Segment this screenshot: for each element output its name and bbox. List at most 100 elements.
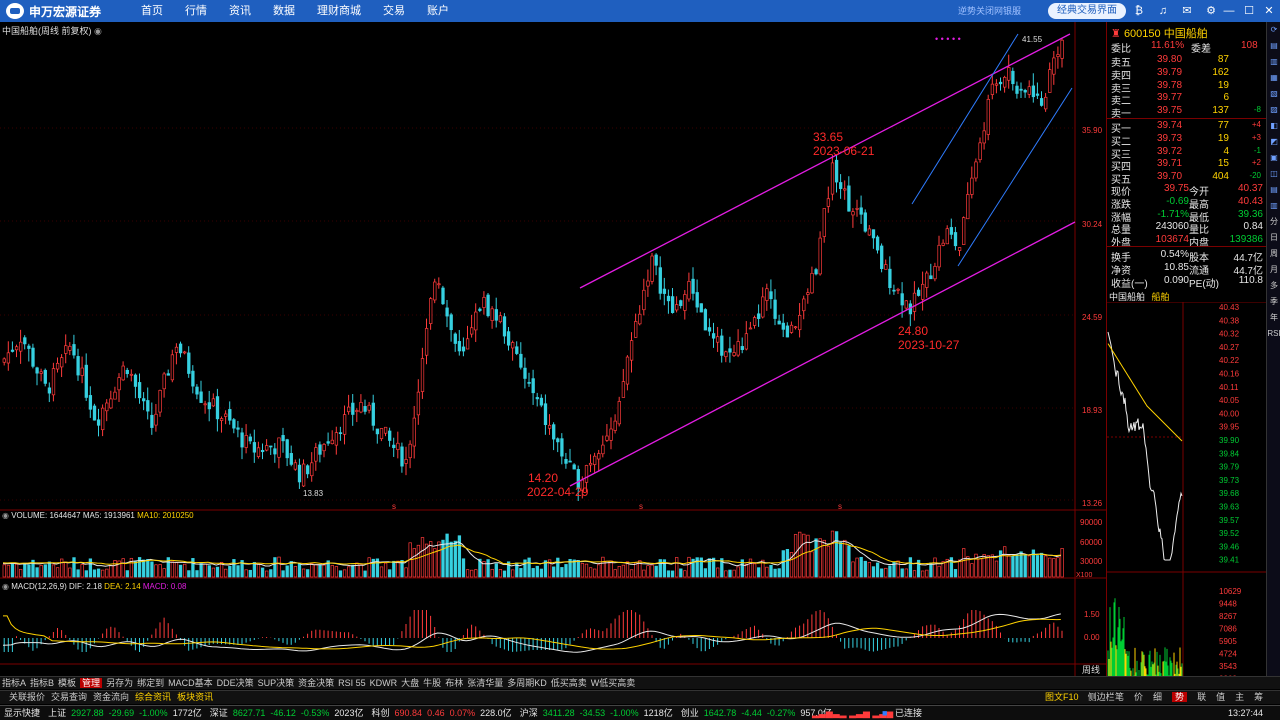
nav-item-news[interactable]: 资讯 bbox=[218, 0, 262, 22]
bottom-tab[interactable]: 综合资讯 bbox=[135, 692, 171, 702]
candle-body bbox=[699, 303, 703, 313]
intraday-chart[interactable]: 40.43 40.38 40.32 40.27 40.22 40.16 40.11 40.05… bbox=[1107, 302, 1267, 682]
indicator-tab[interactable]: 牛股 bbox=[423, 678, 441, 688]
volume-bar bbox=[322, 564, 326, 578]
quote-subtab[interactable]: 价 bbox=[1134, 692, 1143, 702]
candle-body bbox=[1019, 88, 1023, 91]
candle-body bbox=[326, 441, 330, 444]
indicator-tab[interactable]: W低买高卖 bbox=[591, 678, 636, 688]
toolbar-icon[interactable]: ⟳ bbox=[1267, 22, 1280, 38]
candle-body bbox=[470, 327, 474, 335]
toolbar-icon[interactable]: ▧ bbox=[1267, 86, 1280, 102]
candle-body bbox=[793, 326, 798, 329]
candle-body bbox=[465, 338, 470, 350]
settings-dot-icon[interactable]: ◉ bbox=[94, 26, 102, 36]
indicator-tab[interactable]: RSI 55 bbox=[338, 678, 366, 688]
indicator-tab[interactable]: 低买高卖 bbox=[551, 678, 587, 688]
f10-link[interactable]: 图文F10 bbox=[1045, 692, 1079, 702]
candle-body bbox=[925, 272, 929, 288]
quote-subtab[interactable]: 笔 bbox=[1115, 692, 1124, 702]
nav-item-home[interactable]: 首页 bbox=[130, 0, 174, 22]
nav-item-account[interactable]: 账户 bbox=[416, 0, 460, 22]
quote-subtab[interactable]: 联 bbox=[1197, 692, 1206, 702]
toolbar-icon[interactable]: ◩ bbox=[1267, 134, 1280, 150]
kline-chart[interactable]: 35.90 30.24 24.59 18.93 13.26 14.20 2022… bbox=[0, 22, 1106, 676]
volume-bar bbox=[248, 569, 252, 578]
indicator-tab[interactable]: SUP决策 bbox=[258, 678, 295, 688]
candle-body bbox=[818, 237, 822, 275]
indicator-tab[interactable]: DDE决策 bbox=[217, 678, 254, 688]
indicator-tab[interactable]: 绑定到 bbox=[137, 678, 164, 688]
indicator-tab[interactable]: 管理 bbox=[80, 678, 103, 688]
indicator-tab[interactable]: 大盘 bbox=[401, 678, 419, 688]
volume-bar bbox=[826, 545, 831, 578]
quote-subtab[interactable]: 细 bbox=[1153, 692, 1162, 702]
quote-subtab[interactable]: 筹 bbox=[1254, 692, 1263, 702]
period-button[interactable]: RSI bbox=[1267, 326, 1280, 342]
toolbar-icon[interactable]: ◧ bbox=[1267, 118, 1280, 134]
toolbar-icon[interactable]: ▣ bbox=[1267, 150, 1280, 166]
price-axis-label: 30.24 bbox=[1082, 220, 1103, 229]
indicator-tab[interactable]: 多周期KD bbox=[507, 678, 547, 688]
quote-subtab[interactable]: 势 bbox=[1172, 692, 1188, 702]
toolbar-icon[interactable]: ▥ bbox=[1267, 198, 1280, 214]
indicator-tab[interactable]: 指标A bbox=[2, 678, 26, 688]
period-button[interactable]: 多 bbox=[1267, 278, 1280, 294]
finance-icon[interactable]: ₿ bbox=[1132, 4, 1146, 18]
volume-bar bbox=[101, 569, 105, 578]
nav-item-wealth[interactable]: 理财商城 bbox=[306, 0, 372, 22]
indicator-tabs: 指标A 指标B 模板 管理 另存为 绑定到 MACD基本 DDE决策 SUP决策 资金决策 RSI … bbox=[0, 676, 1280, 689]
candle-body bbox=[187, 352, 191, 374]
candle-body bbox=[88, 395, 93, 410]
volume-bar bbox=[174, 562, 179, 578]
toolbar-icon[interactable]: ▥ bbox=[1267, 54, 1280, 70]
bottom-tab[interactable]: 资金流向 bbox=[93, 692, 129, 702]
indicator-tab[interactable]: 资金决策 bbox=[298, 678, 334, 688]
period-button[interactable]: 日 bbox=[1267, 230, 1280, 246]
indicator-tab[interactable]: 布林 bbox=[445, 678, 463, 688]
mail-icon[interactable]: ✉ bbox=[1180, 4, 1194, 18]
toolbar-icon[interactable]: ▨ bbox=[1267, 102, 1280, 118]
favorite-icon[interactable]: ♜ bbox=[1111, 28, 1121, 40]
maximize-icon[interactable]: ☐ bbox=[1242, 4, 1256, 18]
nav-item-data[interactable]: 数据 bbox=[262, 0, 306, 22]
bottom-tab[interactable]: 板块资讯 bbox=[177, 692, 213, 702]
period-button[interactable]: 周 bbox=[1267, 246, 1280, 262]
indicator-tab[interactable]: 另存为 bbox=[106, 678, 133, 688]
volume-bar bbox=[121, 558, 125, 578]
volume-bar bbox=[552, 566, 556, 578]
indicator-tab[interactable]: 张清华量 bbox=[467, 678, 503, 688]
indicator-tab[interactable]: MACD基本 bbox=[168, 678, 213, 688]
toolbar-icon[interactable]: ◫ bbox=[1267, 166, 1280, 182]
period-button[interactable]: 分 bbox=[1267, 214, 1280, 230]
candle-body bbox=[769, 291, 773, 300]
volume-bar bbox=[1007, 555, 1011, 578]
volume-bar bbox=[330, 565, 334, 578]
bottom-tab[interactable]: 交易查询 bbox=[51, 692, 87, 702]
period-button[interactable]: 月 bbox=[1267, 262, 1280, 278]
volume-bar bbox=[818, 538, 822, 578]
shortcut-toggle[interactable]: 显示快捷 bbox=[4, 708, 40, 718]
candle-body bbox=[666, 295, 671, 302]
headset-icon[interactable]: ♫ bbox=[1156, 4, 1170, 18]
nav-item-quotes[interactable]: 行情 bbox=[174, 0, 218, 22]
brand-logo[interactable]: 申万宏源证券 bbox=[6, 2, 101, 20]
indicator-tab[interactable]: 指标B bbox=[30, 678, 54, 688]
gear-icon[interactable]: ⚙ bbox=[1204, 4, 1218, 18]
indicator-tab[interactable]: 模板 bbox=[58, 678, 76, 688]
toolbar-icon[interactable]: ▤ bbox=[1267, 182, 1280, 198]
quote-subtab[interactable]: 主 bbox=[1235, 692, 1244, 702]
toolbar-icon[interactable]: ▦ bbox=[1267, 70, 1280, 86]
close-icon[interactable]: ✕ bbox=[1262, 4, 1276, 18]
period-button[interactable]: 年 bbox=[1267, 310, 1280, 326]
volume-bar bbox=[777, 568, 781, 578]
indicator-tab[interactable]: KDWR bbox=[370, 678, 398, 688]
period-button[interactable]: 季 bbox=[1267, 294, 1280, 310]
bottom-tab[interactable]: 关联报价 bbox=[9, 692, 45, 702]
volume-bar bbox=[732, 569, 736, 578]
minimize-icon[interactable]: — bbox=[1222, 4, 1236, 18]
toolbar-icon[interactable]: ▤ bbox=[1267, 38, 1280, 54]
quote-subtab[interactable]: 值 bbox=[1216, 692, 1225, 702]
classic-trade-button[interactable]: 经典交易界面 bbox=[1048, 3, 1126, 19]
nav-item-trade[interactable]: 交易 bbox=[372, 0, 416, 22]
